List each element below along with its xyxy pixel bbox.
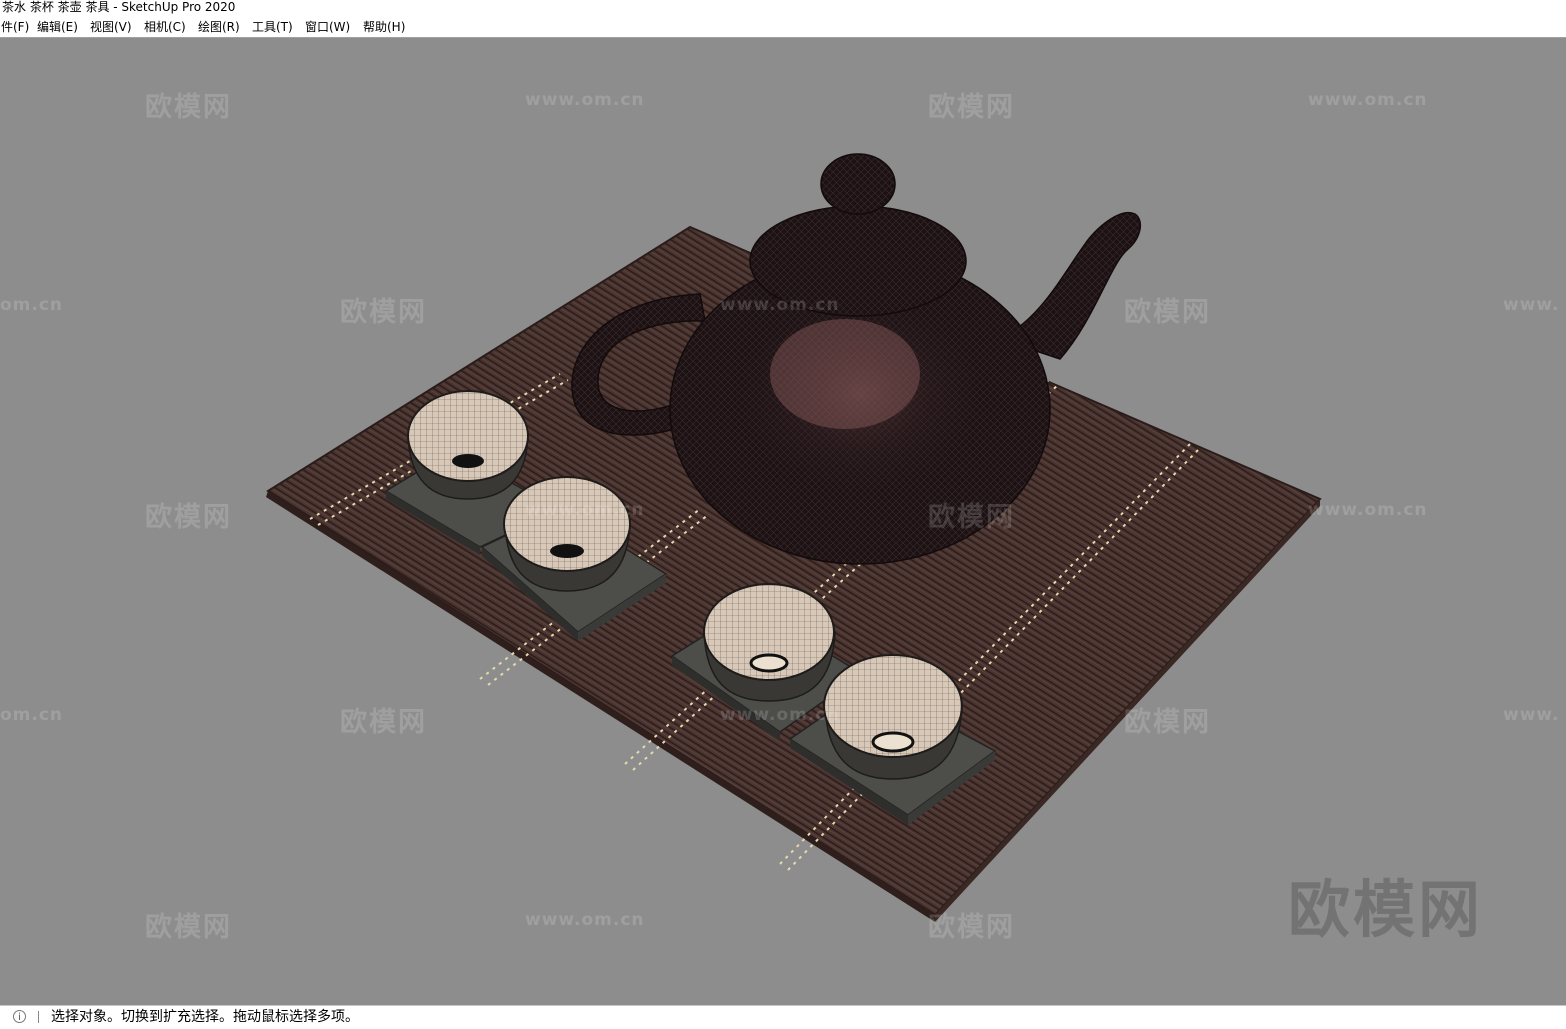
watermark-url: www.om.cn: [720, 705, 840, 725]
watermark-logo: 欧模网: [1288, 873, 1484, 946]
watermark-brand: 欧模网: [145, 92, 232, 123]
watermark-url: www.om.cn: [525, 910, 645, 930]
watermark-brand: 欧模网: [145, 502, 232, 533]
tea-cup: [823, 654, 963, 780]
watermark-brand: 欧模网: [928, 92, 1015, 123]
menu-camera[interactable]: 相机(C): [144, 16, 186, 38]
watermark-url: www.om.cn: [720, 295, 840, 315]
menu-tools[interactable]: 工具(T): [252, 16, 293, 38]
menu-bar: 件(F) 编辑(E) 视图(V) 相机(C) 绘图(R) 工具(T) 窗口(W)…: [0, 16, 1566, 38]
menu-file[interactable]: 件(F): [1, 16, 29, 38]
menu-help[interactable]: 帮助(H): [363, 16, 405, 38]
watermark-brand: 欧模网: [1124, 707, 1211, 738]
menu-draw[interactable]: 绘图(R): [198, 16, 240, 38]
status-message: 选择对象。切换到扩充选择。拖动鼠标选择多项。: [51, 1009, 359, 1025]
status-divider: [38, 1011, 39, 1023]
watermark-url: www.om.cn: [1308, 500, 1428, 520]
window-title: 茶水 茶杯 茶壶 茶具 - SketchUp Pro 2020: [0, 0, 1566, 16]
modeling-viewport[interactable]: 欧模网 www.om.cn 欧模网 www.om.cn om.cn 欧模网 ww…: [0, 39, 1566, 1005]
info-icon[interactable]: i: [13, 1010, 26, 1023]
tea-cup: [503, 476, 631, 592]
watermark-url: www.om.cn: [1308, 90, 1428, 110]
menu-edit[interactable]: 编辑(E): [37, 16, 78, 38]
watermark-brand: 欧模网: [928, 912, 1015, 943]
watermark-brand: 欧模网: [1124, 297, 1211, 328]
watermark-url: om.cn: [0, 295, 64, 315]
menu-view[interactable]: 视图(V): [90, 16, 132, 38]
tea-cup: [703, 583, 836, 702]
tea-cup: [407, 390, 529, 500]
watermark-url: om.cn: [0, 705, 64, 725]
watermark-url: www.om.cn: [525, 500, 645, 520]
watermark-url: www.: [1503, 705, 1560, 725]
watermark-brand: 欧模网: [340, 707, 427, 738]
menu-window[interactable]: 窗口(W): [305, 16, 350, 38]
watermark-url: www.: [1503, 295, 1560, 315]
watermark-brand: 欧模网: [928, 502, 1015, 533]
watermark-brand: 欧模网: [145, 912, 232, 943]
status-bar: i 选择对象。切换到扩充选择。拖动鼠标选择多项。: [0, 1005, 1566, 1029]
watermark-brand: 欧模网: [340, 297, 427, 328]
watermark-url: www.om.cn: [525, 90, 645, 110]
